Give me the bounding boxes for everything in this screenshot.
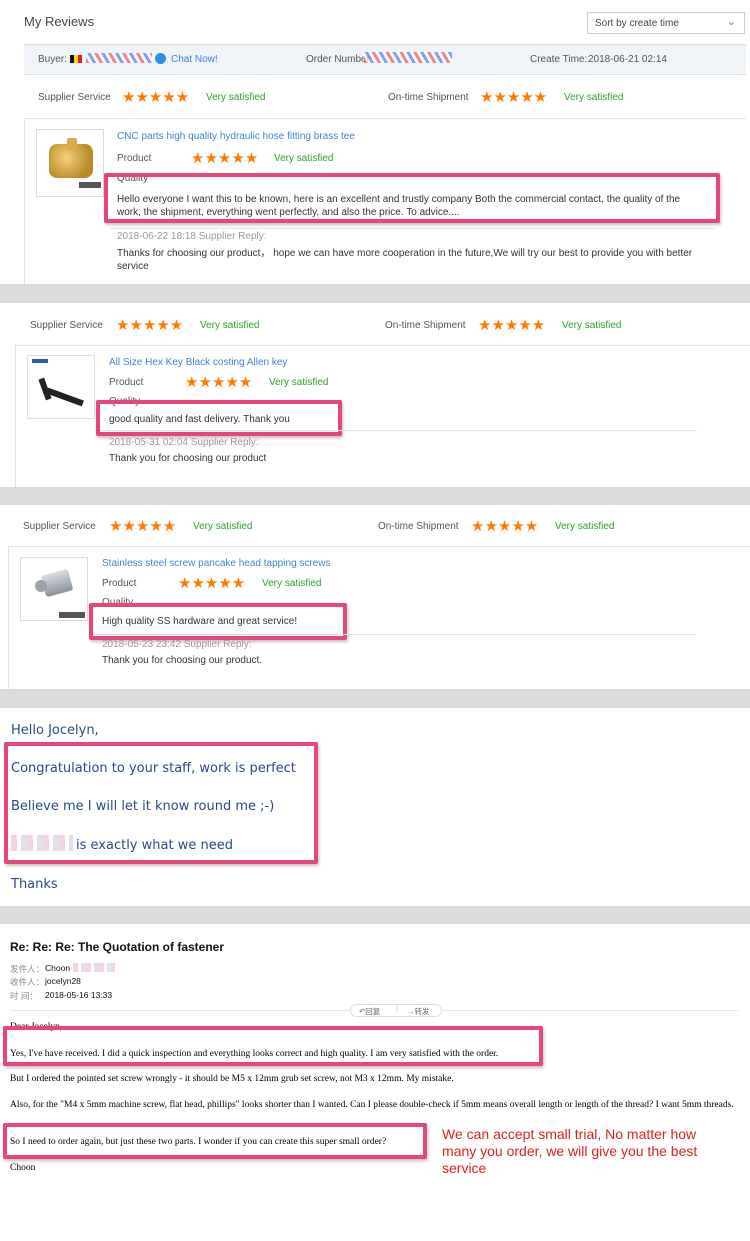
from-label: 发件人： xyxy=(10,964,45,974)
product-title-link[interactable]: All Size Hex Key Black costing Allen key xyxy=(109,357,287,368)
forward-icon: → xyxy=(407,1007,415,1016)
review-panel-2: Supplier Service ★★★★★ Very satisfied On… xyxy=(0,303,750,487)
shipment-rating: Very satisfied xyxy=(555,521,615,532)
supplier-service-rating: Very satisfied xyxy=(193,521,253,532)
product-rating: Very satisfied xyxy=(274,153,334,164)
time-value: 2018-05-16 13:33 xyxy=(45,990,113,1000)
time-label: 时 间： xyxy=(10,991,38,1001)
review-panel-3: Supplier Service ★★★★★ Very satisfied On… xyxy=(0,505,750,689)
product-stars: ★★★★★ xyxy=(191,150,259,167)
email-paragraph-3: Also, for the "M4 x 5mm machine screw, f… xyxy=(10,1100,734,1110)
customer-letter-panel: Hello Jocelyn, Congratulation to your st… xyxy=(0,708,750,906)
supplier-service-stars: ★★★★★ xyxy=(122,89,190,106)
to-value: jocelyn28 xyxy=(45,976,81,986)
supplier-reply-text: Thank you for choosing our product. xyxy=(102,655,263,666)
buyer-label: Buyer: xyxy=(38,54,67,65)
supplier-reply-text: Thanks for choosing our product， hope we… xyxy=(117,248,693,272)
product-rating: Very satisfied xyxy=(269,377,329,388)
product-thumbnail-screws[interactable] xyxy=(20,557,88,621)
email-subject: Re: Re: Re: The Quotation of fastener xyxy=(10,940,225,954)
supplier-service-rating: Very satisfied xyxy=(206,92,266,103)
letter-line-3: is exactly what we need xyxy=(76,838,233,853)
product-thumbnail-brass-tee[interactable] xyxy=(36,129,104,197)
create-time-label: Create Time: xyxy=(530,54,588,65)
order-number-label: Order Number xyxy=(306,54,370,65)
product-title-link[interactable]: Stainless steel screw pancake head tappi… xyxy=(102,558,330,569)
shipment-label: On-time Shipment xyxy=(385,320,466,331)
create-time-value: 2018-06-21 02:14 xyxy=(588,54,667,65)
letter-line-1: Congratulation to your staff, work is pe… xyxy=(11,761,296,776)
to-label: 收件人： xyxy=(10,977,45,987)
product-thumbnail-hex-key[interactable] xyxy=(27,355,95,419)
letter-greeting: Hello Jocelyn, xyxy=(11,723,99,738)
email-paragraph-1: Yes, I've have received. I did a quick i… xyxy=(10,1049,499,1059)
shipment-stars: ★★★★★ xyxy=(471,518,539,535)
shipment-stars: ★★★★★ xyxy=(478,317,546,334)
from-value: Choon xyxy=(45,963,71,973)
reply-meta: 2018-05-23 23:42 Supplier Reply: xyxy=(102,639,252,650)
sort-dropdown-label: Sort by create time xyxy=(595,18,679,29)
email-paragraph-2: But I ordered the pointed set screw wron… xyxy=(10,1074,454,1084)
supplier-service-rating: Very satisfied xyxy=(200,320,260,331)
supplier-service-stars: ★★★★★ xyxy=(116,317,184,334)
reply-button[interactable]: ↶回复 xyxy=(359,1006,380,1017)
order-info-bar: Buyer: Chat Now! Order Number Create Tim… xyxy=(24,45,746,75)
chat-now-link[interactable]: Chat Now! xyxy=(171,54,218,65)
email-panel: Re: Re: Re: The Quotation of fastener 发件… xyxy=(0,924,750,1241)
highlight-box xyxy=(3,1026,543,1066)
reply-forward-bar: ↶回复 | →转发 xyxy=(350,1004,442,1017)
masked-sender xyxy=(73,963,115,972)
supplier-reply-text: Thank you for choosing our product xyxy=(109,453,267,464)
review-text: Hello everyone I want this to be known, … xyxy=(117,194,681,218)
product-stars: ★★★★★ xyxy=(185,374,253,391)
reply-meta: 2018-06-22 18:18 Supplier Reply: xyxy=(117,231,267,242)
chevron-down-icon: ⌄ xyxy=(726,16,736,28)
sort-dropdown[interactable]: Sort by create time ⌄ xyxy=(587,12,745,34)
review-text: High quality SS hardware and great servi… xyxy=(102,616,298,627)
page-title: My Reviews xyxy=(24,14,95,29)
email-signoff: Choon xyxy=(10,1163,36,1173)
email-paragraph-4: So I need to order again, but just these… xyxy=(10,1137,387,1147)
reply-meta: 2018-05-31 02:04 Supplier Reply: xyxy=(109,437,259,448)
shipment-stars: ★★★★★ xyxy=(480,89,548,106)
masked-order-number xyxy=(364,52,452,63)
letter-closing: Thanks xyxy=(11,877,58,892)
product-label: Product xyxy=(102,578,137,589)
chat-icon[interactable] xyxy=(155,53,166,64)
product-title-link[interactable]: CNC parts high quality hydraulic hose fi… xyxy=(117,131,355,142)
letter-line-2: Believe me I will let it know round me ;… xyxy=(11,799,275,814)
review-text: good quality and fast delivery. Thank yo… xyxy=(109,414,290,425)
supplier-service-stars: ★★★★★ xyxy=(109,518,177,535)
masked-buyer-name xyxy=(86,53,152,63)
supplier-service-label: Supplier Service xyxy=(23,521,96,532)
shipment-rating: Very satisfied xyxy=(564,92,624,103)
shipment-rating: Very satisfied xyxy=(562,320,622,331)
supplier-service-label: Supplier Service xyxy=(30,320,103,331)
review-panel-1: My Reviews Sort by create time ⌄ Buyer: … xyxy=(0,0,750,284)
masked-company-name xyxy=(11,835,73,851)
country-flag-icon xyxy=(70,55,82,63)
seller-note: We can accept small trial, No matter how… xyxy=(442,1126,698,1176)
forward-button[interactable]: →转发 xyxy=(407,1006,430,1017)
supplier-service-label: Supplier Service xyxy=(38,92,111,103)
product-stars: ★★★★★ xyxy=(178,575,246,592)
product-label: Product xyxy=(109,377,144,388)
shipment-label: On-time Shipment xyxy=(388,92,469,103)
product-label: Product xyxy=(117,153,152,164)
shipment-label: On-time Shipment xyxy=(378,521,459,532)
product-rating: Very satisfied xyxy=(262,578,322,589)
